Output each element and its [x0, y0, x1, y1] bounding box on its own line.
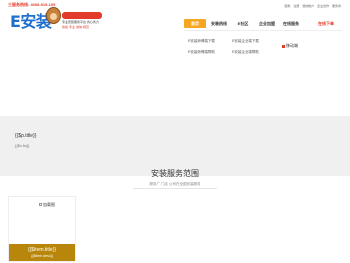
section-divider	[133, 188, 217, 189]
nav-home[interactable]: 首页	[184, 19, 206, 28]
mobile-icon	[282, 44, 285, 48]
banner-description: {{$v.fsi}}	[15, 143, 30, 148]
top-link-partner[interactable]: 企业合作	[317, 4, 329, 8]
mobile-label: 移动端	[282, 43, 298, 49]
mascot-icon	[46, 7, 61, 24]
card-image: 加载图	[9, 197, 75, 243]
order-online-button[interactable]: 在线下单	[318, 19, 334, 29]
top-link-account[interactable]: 我的帐户	[302, 4, 314, 8]
top-link-service[interactable]: 服务	[285, 4, 291, 8]
section-title: 安装服务范围	[151, 169, 199, 178]
logo-text: E安装	[10, 12, 52, 31]
top-links: 服务 注册 我的帐户 企业合作 服务商	[283, 4, 341, 8]
main-nav: 首页 安装热线 E社区 企业加盟 在线服务	[184, 19, 304, 28]
dropdown-link-worker-download[interactable]: E安装师傅端下载	[188, 39, 215, 44]
card-footer: {{$item.title}} {{$item.desc}}	[9, 244, 75, 261]
card-description: {{$item.desc}}	[31, 254, 53, 258]
dropdown-link-enterprise-download[interactable]: E安装企业端下载	[232, 39, 259, 44]
top-link-provider[interactable]: 服务商	[332, 4, 341, 8]
page-banner	[0, 116, 350, 176]
top-link-register[interactable]: 注册	[293, 4, 299, 8]
banner-title: {{$p.title}}	[15, 133, 37, 139]
service-card[interactable]: 加载图 {{$item.title}} {{$item.desc}}	[8, 196, 76, 262]
mobile-label-text: 移动端	[286, 43, 298, 48]
card-title: {{$item.title}}	[27, 247, 57, 253]
logo-badge	[62, 12, 102, 19]
dropdown-link-enterprise-help[interactable]: E安装企业端帮助	[232, 50, 259, 55]
nav-online-service[interactable]: 在线服务	[280, 19, 302, 28]
nav-community[interactable]: E社区	[232, 19, 254, 28]
logo-tagline: 专业安装服务平台 省心省力	[62, 20, 99, 24]
nav-install-hotline[interactable]: 安装热线	[208, 19, 230, 28]
nav-divider	[184, 30, 342, 31]
broken-image-icon	[39, 203, 42, 207]
logo[interactable]: E安装 专业安装服务平台 省心省力 快捷·专业·诚信·规范	[10, 7, 102, 41]
dropdown-link-worker-help[interactable]: E安装师傅端帮助	[188, 50, 215, 55]
logo-slogan: 快捷·专业·诚信·规范	[62, 25, 89, 29]
card-image-alt: 加载图	[39, 202, 55, 208]
nav-join[interactable]: 企业加盟	[256, 19, 278, 28]
section-subtitle: 服务广 门店 公司在全国安装服务	[149, 182, 201, 186]
